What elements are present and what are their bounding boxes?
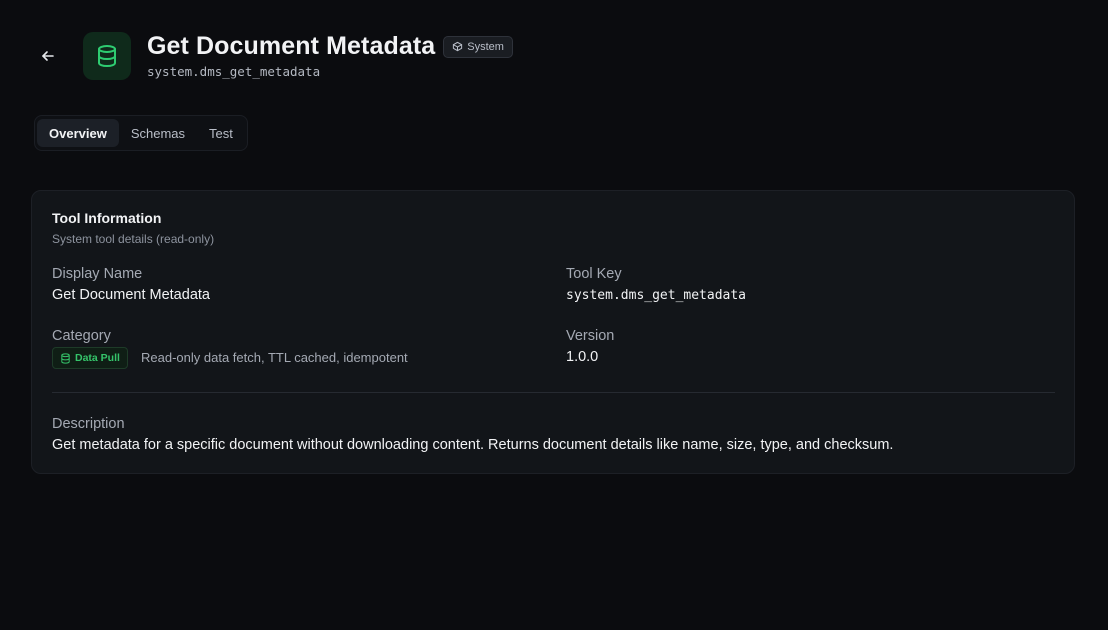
- page-title: Get Document Metadata: [147, 32, 436, 60]
- version-label: Version: [566, 328, 615, 344]
- database-icon: [98, 45, 116, 67]
- tool-key-label: Tool Key: [566, 266, 622, 282]
- description-label: Description: [52, 416, 125, 432]
- tab-overview[interactable]: Overview: [37, 119, 119, 147]
- database-icon: [61, 352, 70, 364]
- tab-test[interactable]: Test: [197, 119, 245, 147]
- category-description: Read-only data fetch, TTL cached, idempo…: [141, 350, 408, 365]
- tool-key-subtitle: system.dms_get_metadata: [147, 64, 321, 79]
- tool-key-value: system.dms_get_metadata: [566, 288, 747, 303]
- card-title: Tool Information: [52, 210, 162, 226]
- title-row: Get Document Metadata System: [147, 32, 513, 61]
- version-value: 1.0.0: [566, 349, 599, 365]
- category-label: Category: [52, 328, 111, 344]
- card-subtitle: System tool details (read-only): [52, 232, 215, 246]
- tab-schemas[interactable]: Schemas: [119, 119, 197, 147]
- tool-information-card: Tool Information System tool details (re…: [31, 190, 1075, 474]
- tool-icon-container: [83, 32, 131, 80]
- tab-bar: Overview Schemas Test: [34, 115, 248, 151]
- display-name-label: Display Name: [52, 266, 143, 282]
- system-badge-label: System: [467, 40, 504, 53]
- category-badge: Data Pull: [52, 347, 128, 369]
- divider: [52, 392, 1055, 393]
- arrow-left-icon: [42, 51, 54, 61]
- display-name-value: Get Document Metadata: [52, 287, 210, 303]
- description-value: Get metadata for a specific document wit…: [52, 437, 894, 453]
- system-badge: System: [443, 35, 513, 58]
- box-icon: [453, 41, 463, 52]
- category-badge-label: Data Pull: [75, 352, 120, 364]
- back-button[interactable]: [36, 44, 60, 68]
